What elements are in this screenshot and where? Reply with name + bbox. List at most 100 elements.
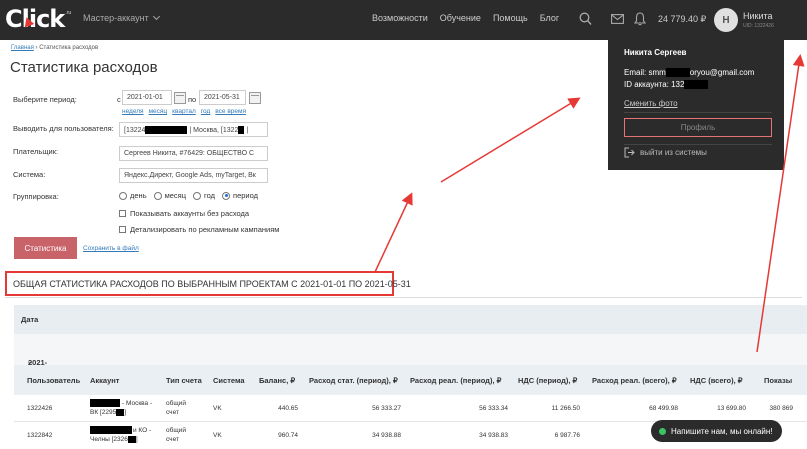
search-icon[interactable] (579, 12, 592, 26)
col-spend-stat-period[interactable]: Расход стат. (период), ₽ (309, 376, 398, 385)
redaction-block (116, 409, 125, 416)
change-photo-link[interactable]: Сменить фото (624, 99, 678, 108)
cell-balance: 960.74 (278, 432, 298, 439)
annotation-arrow (440, 97, 581, 183)
users-select[interactable]: [13224 | Москва, [1322 | (119, 122, 268, 137)
show-no-expense-checkbox[interactable]: Показывать аккаунты без расхода (119, 209, 249, 218)
dropdown-email: Email: smm oryou@gmail.com (624, 68, 755, 78)
system-select[interactable]: Яндекс.Директ, Google Ads, myTarget, Вк (119, 168, 268, 183)
nav-help[interactable]: Помощь (493, 13, 528, 23)
col-spend-real-total[interactable]: Расход реал. (всего), ₽ (592, 376, 677, 385)
online-chat-button[interactable]: Напишите нам, мы онлайн! (651, 420, 782, 442)
avatar: Н (714, 8, 738, 32)
cell-spend-stat: 56 333.27 (372, 405, 401, 412)
account-line2-start: ВК [2295 (90, 409, 117, 417)
period-label: Выберите период: (13, 95, 77, 104)
cell-account-line1: и КО - (133, 427, 152, 434)
email-prefix: Email: smm (624, 68, 666, 77)
to-prefix: по (188, 95, 197, 104)
cell-spend-stat: 34 938.88 (372, 432, 401, 439)
col-vat-total[interactable]: НДС (всего), ₽ (690, 376, 743, 385)
grouping-day-radio[interactable]: день (119, 191, 147, 200)
col-vat-period[interactable]: НДС (период), ₽ (518, 376, 577, 385)
user-uid: UID: 1322426 (743, 23, 774, 29)
click-logo[interactable]: Click .ru (5, 6, 71, 32)
dropdown-full-name: Никита Сергеев (624, 48, 687, 57)
grouping-year-radio[interactable]: год (193, 191, 215, 200)
user-menu[interactable]: Н Никита UID: 1322426 (714, 8, 807, 33)
checkbox-label: Детализировать по рекламным кампаниям (130, 225, 280, 234)
account-balance[interactable]: 24 779.40 ₽ (658, 14, 706, 25)
date-from-input[interactable]: 2021-01-01 (122, 90, 172, 105)
profile-button[interactable]: Профиль (624, 118, 772, 137)
cell-type-line1: общий (166, 427, 186, 434)
logout-link[interactable]: выйти из системы (624, 147, 707, 158)
breadcrumb-current: Статистика расходов (39, 45, 99, 51)
account-id-prefix: ID аккаунта: 132 (624, 80, 685, 89)
redaction-block (665, 68, 690, 78)
checkbox-box (119, 226, 126, 233)
statistics-button[interactable]: Статистика (14, 237, 77, 259)
date-label: Дата (21, 315, 39, 324)
redaction-block (90, 399, 120, 407)
system-label: Система: (13, 170, 46, 179)
mail-icon[interactable] (611, 14, 624, 24)
redaction-block (684, 80, 709, 90)
grouping-month-radio[interactable]: месяц (153, 191, 187, 200)
col-account[interactable]: Аккаунт (90, 376, 119, 385)
breadcrumb-home[interactable]: Главная (11, 45, 34, 51)
cell-type-line2: счет (166, 409, 179, 416)
cell-spend-total: 68 499.98 (649, 405, 678, 412)
period-week-link[interactable]: неделя (122, 108, 144, 115)
nav-features[interactable]: Возможности (372, 13, 428, 23)
redaction-block (145, 126, 188, 134)
checkbox-box (119, 210, 126, 217)
col-impressions[interactable]: Показы (764, 376, 792, 385)
nav-learning[interactable]: Обучение (440, 13, 481, 23)
detail-campaigns-checkbox[interactable]: Детализировать по рекламным кампаниям (119, 225, 279, 234)
quick-period-links: неделя месяц квартал год все время (122, 108, 246, 115)
period-quarter-link[interactable]: квартал (172, 108, 196, 115)
calendar-icon[interactable] (249, 92, 261, 104)
grouping-option-label: день (130, 191, 147, 200)
bell-icon[interactable] (634, 12, 646, 26)
table-header-row: Пользователь Аккаунт Тип счета Система Б… (14, 365, 807, 395)
date-to-input[interactable]: 2021-05-31 (199, 90, 246, 105)
table-row[interactable]: 1322426 - Москва - ВК [2295] общий счет … (14, 395, 807, 422)
col-account-type[interactable]: Тип счета (166, 376, 202, 385)
payer-select[interactable]: Сергеев Никита, #76429: ОБЩЕСТВО С (119, 146, 268, 161)
cell-impressions: 380 869 (769, 405, 794, 412)
annotation-arrow (374, 192, 413, 273)
period-year-link[interactable]: год (201, 108, 211, 115)
radio-circle (119, 191, 127, 200)
master-account-dropdown[interactable]: Мастер-аккаунт (83, 12, 160, 23)
save-to-file-link[interactable]: Сохранить в файл (83, 245, 139, 252)
cell-account-line1: - Москва - (122, 400, 153, 407)
logout-icon (624, 147, 635, 158)
users-value-end: | (246, 126, 249, 134)
online-status-dot (659, 427, 666, 435)
account-line2-end: ] (124, 409, 127, 417)
grouping-period-radio[interactable]: период (222, 191, 258, 200)
calendar-icon[interactable] (174, 92, 186, 104)
redaction-block (238, 126, 245, 134)
grouping-option-label: месяц (164, 191, 187, 200)
email-suffix: oryou@gmail.com (689, 68, 755, 77)
redaction-block (127, 436, 136, 443)
col-user[interactable]: Пользователь (27, 376, 80, 385)
table-period-group[interactable]: – 2021-01-01 – 2021-05-31 (14, 334, 807, 403)
account-line2-start: Челны [2326 (90, 436, 128, 444)
period-all-time-link[interactable]: все время (215, 108, 246, 115)
col-system[interactable]: Система (213, 376, 245, 385)
chevron-down-icon (152, 12, 160, 21)
logout-label: выйти из системы (640, 148, 707, 157)
divider (5, 297, 802, 298)
col-balance[interactable]: Баланс, ₽ (259, 376, 295, 385)
grouping-radio-group: день месяц год период (119, 191, 258, 200)
divider (624, 112, 772, 113)
cell-type-line2: счет (166, 436, 179, 443)
nav-blog[interactable]: Блог (540, 13, 559, 23)
breadcrumb: Главная › Статистика расходов (11, 45, 98, 51)
period-month-link[interactable]: месяц (149, 108, 168, 115)
col-spend-real-period[interactable]: Расход реал. (период), ₽ (410, 376, 501, 385)
